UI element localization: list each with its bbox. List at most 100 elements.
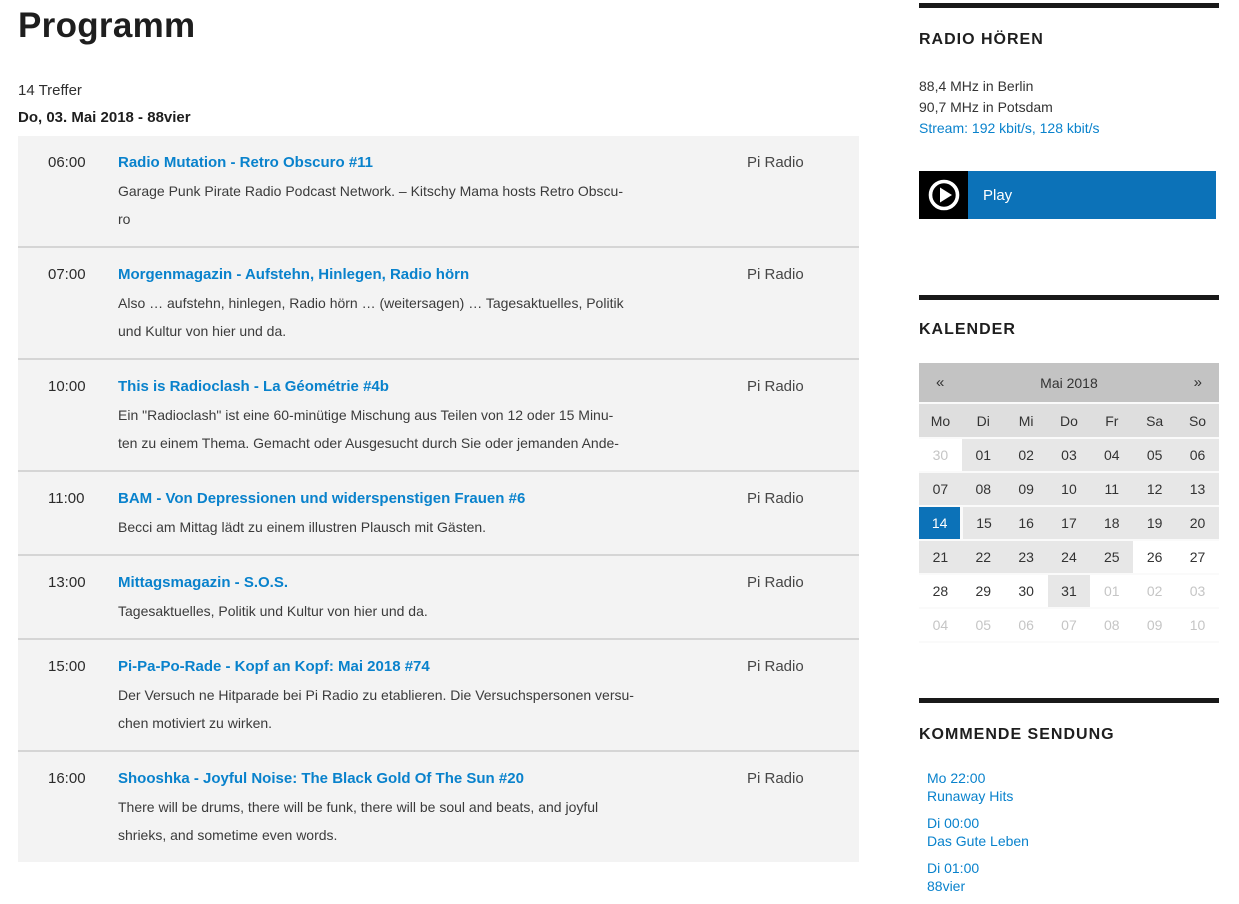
program-main: Mittagsmagazin - S.O.S. Tagesaktuelles, … — [118, 569, 747, 625]
program-description: Ein "Radioclash" ist eine 60-minütige Mi… — [118, 401, 747, 457]
upcoming-show-time-link[interactable]: Di 00:00 — [927, 814, 1219, 832]
program-time: 15:00 — [48, 653, 118, 737]
upcoming-show-time-link[interactable]: Di 01:00 — [927, 859, 1219, 877]
section-divider-bar — [919, 698, 1219, 703]
program-title-link[interactable]: Morgenmagazin - Aufstehn, Hinlegen, Radi… — [118, 261, 469, 289]
program-title-link[interactable]: This is Radioclash - La Géométrie #4b — [118, 373, 389, 401]
program-station: Pi Radio — [747, 653, 859, 737]
calendar-week-row: 14151617181920 — [919, 506, 1219, 540]
calendar-day[interactable]: 20 — [1176, 506, 1219, 540]
program-station: Pi Radio — [747, 765, 859, 849]
calendar-day: 06 — [1005, 608, 1048, 642]
play-button-label: Play — [968, 187, 1012, 204]
calendar-day: 03 — [1176, 574, 1219, 608]
calendar-day[interactable]: 19 — [1133, 506, 1176, 540]
calendar-day[interactable]: 03 — [1048, 438, 1091, 472]
stream-link-192[interactable]: 192 kbit/s — [972, 120, 1032, 136]
stream-line: Stream: 192 kbit/s, 128 kbit/s — [919, 118, 1219, 139]
calendar-day: 05 — [962, 608, 1005, 642]
calendar-day[interactable]: 13 — [1176, 472, 1219, 506]
program-description: Tagesaktuelles, Politik und Kultur von h… — [118, 597, 747, 625]
program-row: 10:00 This is Radioclash - La Géométrie … — [18, 358, 859, 470]
calendar-day[interactable]: 21 — [919, 540, 962, 574]
calendar-week-row: 04050607080910 — [919, 608, 1219, 642]
program-time: 06:00 — [48, 149, 118, 233]
program-station: Pi Radio — [747, 261, 859, 345]
calendar-day-name: Do — [1048, 403, 1091, 438]
calendar-day-name: Di — [962, 403, 1005, 438]
calendar-day[interactable]: 18 — [1090, 506, 1133, 540]
calendar-week-row: 28293031010203 — [919, 574, 1219, 608]
program-row: 16:00 Shooshka - Joyful Noise: The Black… — [18, 750, 859, 862]
calendar-day: 09 — [1133, 608, 1176, 642]
calendar-next-month-button[interactable]: » — [1176, 363, 1219, 403]
calendar-day-name: Mi — [1005, 403, 1048, 438]
calendar-day: 10 — [1176, 608, 1219, 642]
program-main: Pi-Pa-Po-Rade - Kopf an Kopf: Mai 2018 #… — [118, 653, 747, 737]
program-list: 06:00 Radio Mutation - Retro Obscuro #11… — [18, 136, 859, 862]
calendar-day[interactable]: 05 — [1133, 438, 1176, 472]
play-button[interactable]: Play — [919, 171, 1216, 219]
calendar-day[interactable]: 15 — [962, 506, 1005, 540]
upcoming-show-title-link[interactable]: Das Gute Leben — [927, 832, 1219, 850]
calendar-prev-month-button[interactable]: « — [919, 363, 962, 403]
program-main: This is Radioclash - La Géométrie #4b Ei… — [118, 373, 747, 457]
sidebar: RADIO HÖREN 88,4 MHz in Berlin 90,7 MHz … — [919, 0, 1219, 904]
calendar-day: 28 — [919, 574, 962, 608]
calendar-week-row: 30010203040506 — [919, 438, 1219, 472]
program-title-link[interactable]: Mittagsmagazin - S.O.S. — [118, 569, 288, 597]
calendar-day: 30 — [1005, 574, 1048, 608]
calendar-day[interactable]: 08 — [962, 472, 1005, 506]
calendar: « Mai 2018 » MoDiMiDoFrSaSo 300102030405… — [919, 363, 1219, 643]
program-row: 11:00 BAM - Von Depressionen und widersp… — [18, 470, 859, 554]
program-row: 07:00 Morgenmagazin - Aufstehn, Hinlegen… — [18, 246, 859, 358]
program-title-link[interactable]: Radio Mutation - Retro Obscuro #11 — [118, 149, 373, 177]
upcoming-show-item: Mo 22:00 Runaway Hits — [927, 769, 1219, 805]
program-title-link[interactable]: Shooshka - Joyful Noise: The Black Gold … — [118, 765, 524, 793]
calendar-day[interactable]: 17 — [1048, 506, 1091, 540]
calendar-day[interactable]: 07 — [919, 472, 962, 506]
upcoming-show-title-link[interactable]: 88vier — [927, 877, 1219, 895]
frequency-berlin: 88,4 MHz in Berlin — [919, 76, 1219, 97]
calendar-day[interactable]: 14 — [919, 506, 962, 540]
results-count: 14 Treffer — [18, 81, 859, 101]
calendar-body: « Mai 2018 » MoDiMiDoFrSaSo 300102030405… — [919, 363, 1219, 642]
calendar-day[interactable]: 02 — [1005, 438, 1048, 472]
calendar-day[interactable]: 23 — [1005, 540, 1048, 574]
calendar-day[interactable]: 11 — [1090, 472, 1133, 506]
calendar-day[interactable]: 24 — [1048, 540, 1091, 574]
radio-info: 88,4 MHz in Berlin 90,7 MHz in Potsdam S… — [919, 76, 1219, 139]
calendar-day[interactable]: 06 — [1176, 438, 1219, 472]
calendar-day: 01 — [1090, 574, 1133, 608]
program-station: Pi Radio — [747, 373, 859, 457]
calendar-day[interactable]: 10 — [1048, 472, 1091, 506]
stream-link-128[interactable]: 128 kbit/s — [1040, 120, 1100, 136]
program-station: Pi Radio — [747, 485, 859, 541]
calendar-day[interactable]: 31 — [1048, 574, 1091, 608]
calendar-week-row: 21222324252627 — [919, 540, 1219, 574]
upcoming-show-item: Di 00:00 Das Gute Leben — [927, 814, 1219, 850]
calendar-day[interactable]: 16 — [1005, 506, 1048, 540]
calendar-day[interactable]: 12 — [1133, 472, 1176, 506]
calendar-day[interactable]: 01 — [962, 438, 1005, 472]
calendar-day[interactable]: 25 — [1090, 540, 1133, 574]
radio-hoeren-heading: RADIO HÖREN — [919, 30, 1219, 50]
calendar-day: 30 — [919, 438, 962, 472]
calendar-day[interactable]: 22 — [962, 540, 1005, 574]
program-main: Radio Mutation - Retro Obscuro #11 Garag… — [118, 149, 747, 233]
calendar-day[interactable]: 04 — [1090, 438, 1133, 472]
upcoming-show-time-link[interactable]: Mo 22:00 — [927, 769, 1219, 787]
program-description: There will be drums, there will be funk,… — [118, 793, 747, 849]
program-main: Morgenmagazin - Aufstehn, Hinlegen, Radi… — [118, 261, 747, 345]
kalender-heading: KALENDER — [919, 320, 1219, 340]
calendar-day-name: Sa — [1133, 403, 1176, 438]
calendar-day[interactable]: 09 — [1005, 472, 1048, 506]
program-title-link[interactable]: BAM - Von Depressionen und widerspenstig… — [118, 485, 525, 513]
calendar-day: 02 — [1133, 574, 1176, 608]
stream-separator: , — [1032, 120, 1040, 136]
play-button-body[interactable]: Play — [968, 171, 1216, 219]
calendar-day: 26 — [1133, 540, 1176, 574]
upcoming-show-title-link[interactable]: Runaway Hits — [927, 787, 1219, 805]
program-title-link[interactable]: Pi-Pa-Po-Rade - Kopf an Kopf: Mai 2018 #… — [118, 653, 430, 681]
program-row: 13:00 Mittagsmagazin - S.O.S. Tagesaktue… — [18, 554, 859, 638]
